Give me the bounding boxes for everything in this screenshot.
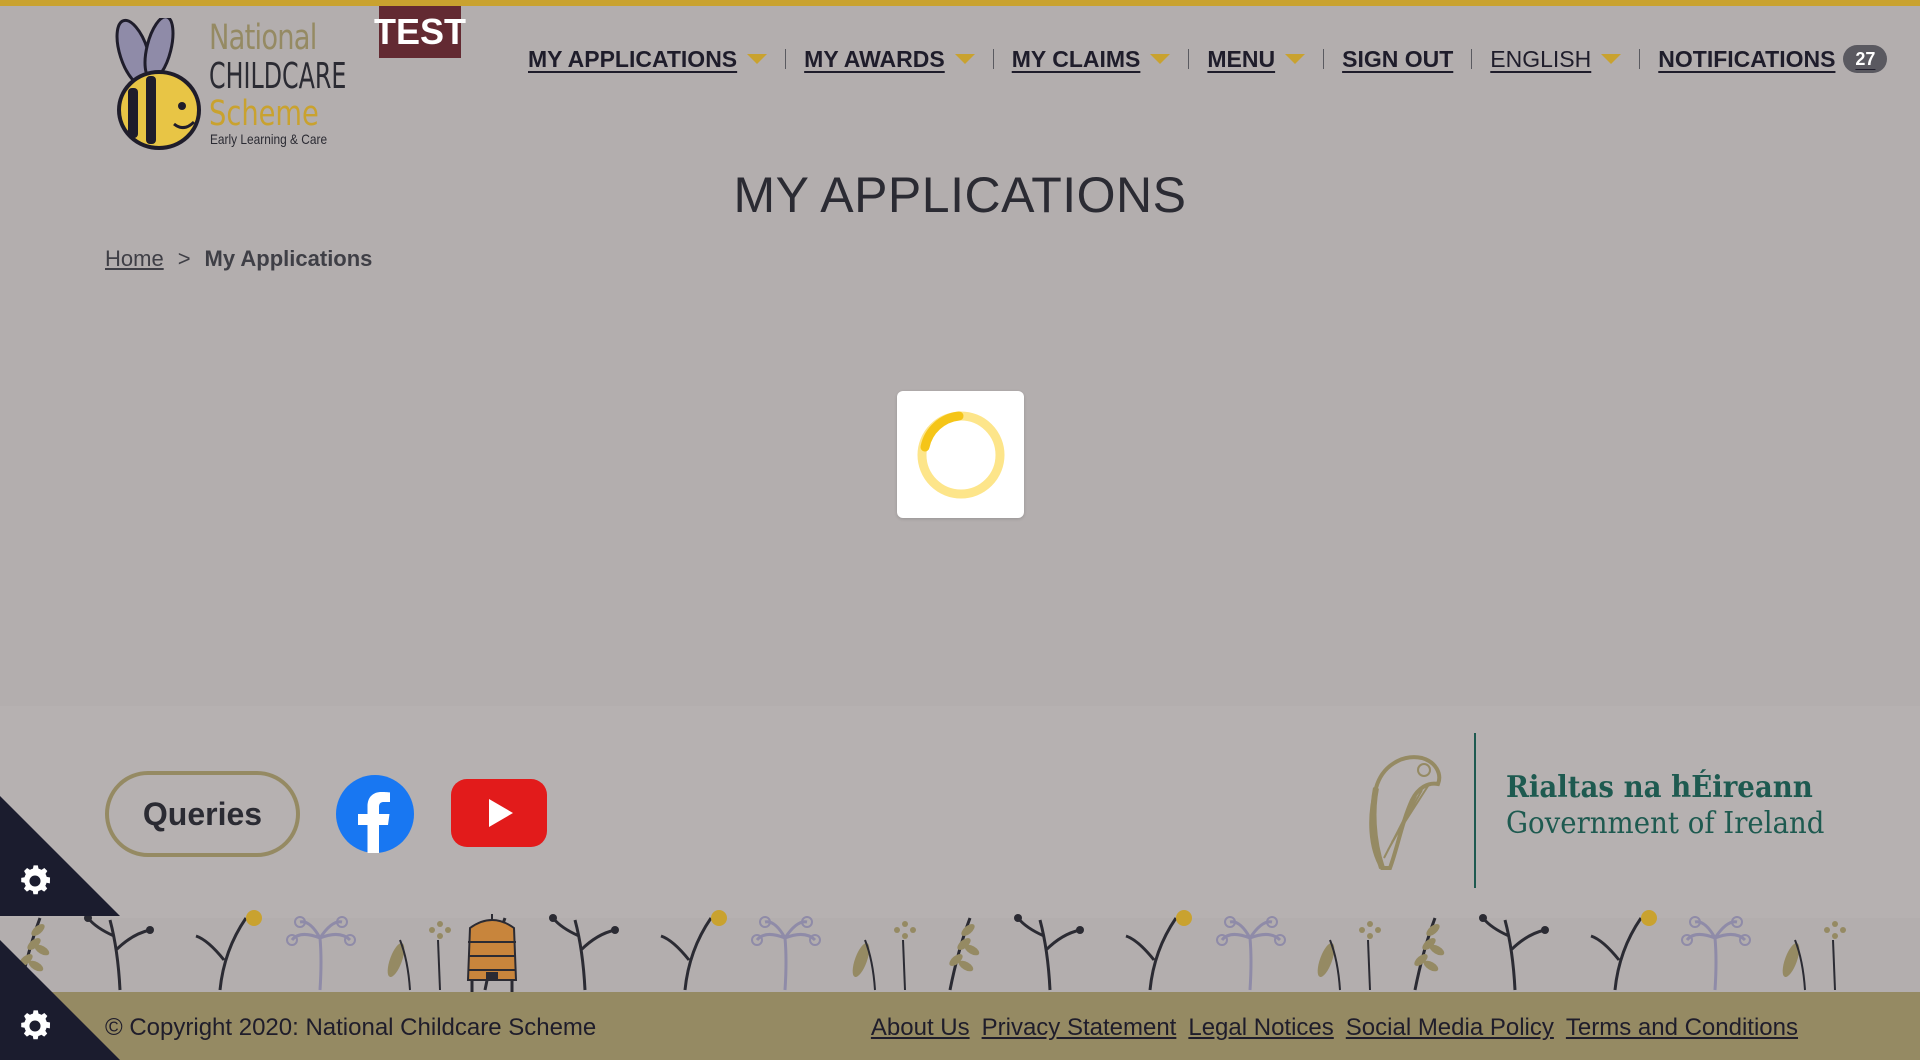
youtube-icon[interactable] — [451, 779, 547, 847]
nav-sign-out[interactable]: SIGN OUT — [1342, 46, 1453, 73]
nav-notifications[interactable]: NOTIFICATIONS 27 — [1658, 45, 1888, 73]
nav-my-applications-label: MY APPLICATIONS — [528, 45, 738, 72]
gov-logo-english: Government of Ireland — [1506, 806, 1825, 841]
copyright-text: © Copyright 2020: National Childcare Sch… — [105, 1014, 597, 1041]
loading-overlay — [897, 391, 1024, 518]
nav-menu-label: MENU — [1207, 45, 1276, 72]
environment-badge: TEST — [374, 6, 466, 58]
nav-my-awards[interactable]: MY AWARDS — [804, 46, 975, 73]
chevron-down-icon — [747, 54, 768, 64]
nav-divider — [1471, 49, 1473, 69]
breadcrumb-current: My Applications — [204, 246, 373, 271]
notifications-count-badge: 27 — [1843, 45, 1888, 73]
nav-divider — [1323, 49, 1325, 69]
footer-link-social-media-policy[interactable]: Social Media Policy — [1346, 1014, 1554, 1042]
breadcrumb-separator: > — [177, 246, 191, 271]
nav-notifications-label: NOTIFICATIONS — [1658, 45, 1836, 72]
queries-button[interactable]: Queries — [105, 771, 300, 857]
chevron-down-icon — [1285, 54, 1306, 64]
logo-line-scheme: Scheme — [209, 94, 319, 134]
logo-line-national: National — [209, 18, 317, 58]
nav-language-select[interactable]: ENGLISH — [1490, 45, 1622, 73]
spinner-icon — [917, 411, 1004, 498]
facebook-icon[interactable] — [336, 775, 414, 853]
gear-icon — [21, 865, 51, 895]
gov-logo-irish: Rialtas na hÉireann — [1506, 770, 1813, 805]
footer-link-privacy-statement[interactable]: Privacy Statement — [982, 1014, 1177, 1042]
breadcrumb: Home > My Applications — [105, 246, 372, 272]
nav-sign-out-label: SIGN OUT — [1342, 45, 1454, 72]
chevron-down-icon — [1150, 54, 1171, 64]
footer-link-about-us[interactable]: About Us — [871, 1014, 970, 1042]
nav-my-applications[interactable]: MY APPLICATIONS — [528, 45, 768, 73]
flower-border-decoration — [15, 910, 1848, 992]
top-accent-bar — [0, 0, 1920, 6]
page-title: MY APPLICATIONS — [733, 167, 1187, 223]
nav-language-label: ENGLISH — [1490, 45, 1592, 72]
chevron-down-icon — [1601, 54, 1622, 64]
logo-line-childcare: CHILDCARE — [209, 56, 347, 97]
harp-icon — [1369, 755, 1442, 870]
logo-text: National CHILDCARE Scheme Early Learning… — [104, 18, 346, 152]
footer-links: About Us Privacy Statement Legal Notices… — [871, 1014, 1798, 1042]
footer-link-terms-and-conditions[interactable]: Terms and Conditions — [1566, 1014, 1798, 1042]
nav-my-claims-label: MY CLAIMS — [1011, 45, 1141, 72]
logo-tagline: Early Learning & Care — [210, 131, 328, 147]
breadcrumb-home-link[interactable]: Home — [105, 246, 164, 272]
nav-my-awards-label: MY AWARDS — [804, 45, 945, 72]
chevron-down-icon — [954, 54, 975, 64]
gear-icon — [21, 1010, 51, 1040]
nav-menu[interactable]: MENU — [1207, 45, 1306, 73]
nav-divider — [992, 49, 994, 69]
nav-divider — [1188, 49, 1190, 69]
nav-divider — [785, 49, 787, 69]
footer-link-legal-notices[interactable]: Legal Notices — [1188, 1014, 1333, 1042]
nav-my-claims[interactable]: MY CLAIMS — [1012, 46, 1171, 73]
main-nav: MY APPLICATIONS MY AWARDS MY CLAIMS MENU… — [528, 44, 1888, 74]
nav-divider — [1639, 49, 1641, 69]
gov-logo-divider — [1474, 733, 1476, 888]
